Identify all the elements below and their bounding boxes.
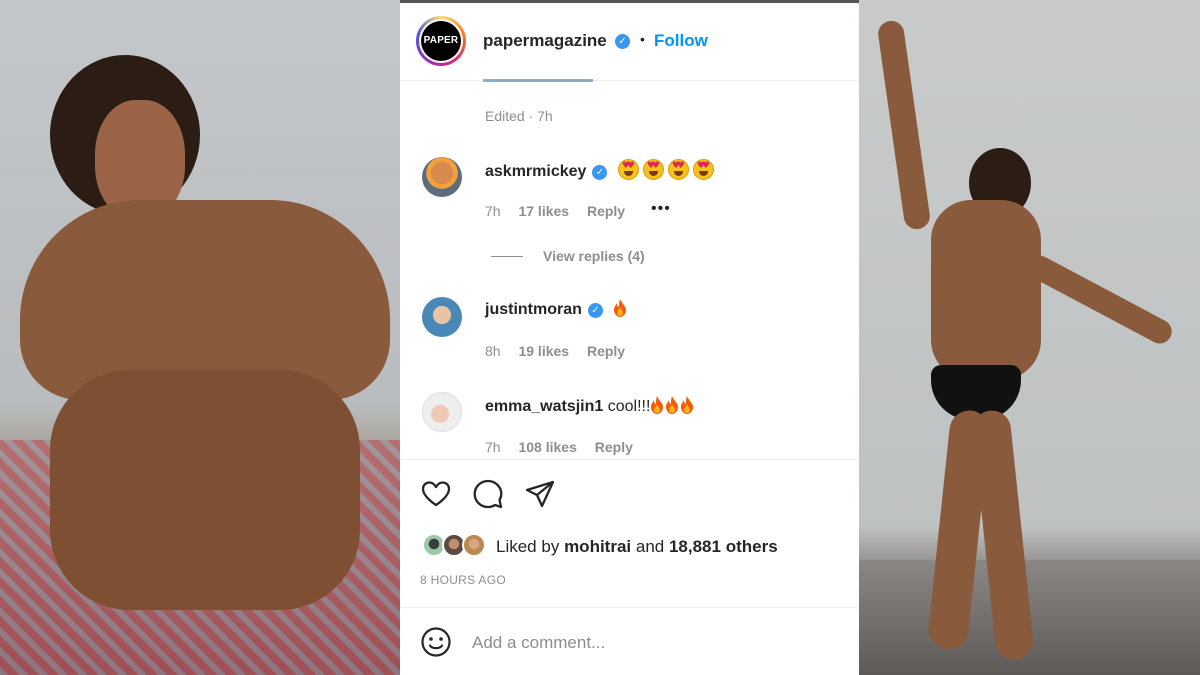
comment-bubble-icon[interactable] — [472, 478, 504, 510]
comment-text-emojis — [617, 159, 718, 180]
comment-likes[interactable]: 19 likes — [518, 343, 569, 359]
liker-avatar — [462, 533, 486, 557]
verified-badge-icon: ✓ — [587, 303, 603, 318]
heart-eyes-emoji-icon — [642, 159, 664, 180]
account-username[interactable]: papermagazine — [483, 31, 607, 51]
commenter-avatar[interactable] — [422, 392, 462, 432]
more-options-icon[interactable]: ••• — [651, 200, 671, 218]
post-timestamp[interactable]: 8 HOURS AGO — [420, 573, 506, 587]
heart-icon[interactable] — [420, 478, 452, 510]
verified-badge-icon: ✓ — [592, 165, 608, 180]
comment-time: 7h — [485, 439, 501, 455]
add-comment-input[interactable] — [472, 630, 832, 656]
fire-emoji-icon — [681, 396, 694, 414]
comment-time: 7h — [485, 203, 501, 219]
left-photo — [0, 0, 400, 675]
comment-text: cool!!! — [607, 398, 651, 415]
view-replies-button[interactable]: View replies (4) — [491, 248, 645, 264]
follow-button[interactable]: Follow — [654, 31, 708, 51]
liker-username[interactable]: mohitrai — [564, 537, 631, 556]
heart-eyes-emoji-icon — [692, 159, 714, 180]
caption-text-partial — [483, 74, 593, 82]
caption-meta: Edited · 7h — [485, 108, 553, 124]
commenter-avatar[interactable] — [422, 157, 462, 197]
reply-button[interactable]: Reply — [595, 439, 633, 455]
comment-username[interactable]: askmrmickey — [485, 163, 586, 180]
paper-plane-icon[interactable] — [524, 478, 556, 510]
post-panel: PAPER papermagazine ✓ • Follow Edited · … — [400, 0, 859, 675]
reply-button[interactable]: Reply — [587, 343, 625, 359]
account-avatar[interactable]: PAPER — [416, 16, 466, 66]
fire-emoji-icon — [651, 396, 664, 414]
photo-figure-torso — [931, 200, 1041, 380]
liked-by-avatars[interactable] — [422, 533, 492, 559]
comment-username[interactable]: emma_watsjin1 — [485, 398, 603, 415]
comment-likes[interactable]: 108 likes — [518, 439, 576, 455]
comment-time: 8h — [485, 343, 501, 359]
heart-eyes-emoji-icon — [617, 159, 639, 180]
replies-line — [491, 256, 523, 257]
commenter-avatar[interactable] — [422, 297, 462, 337]
photo-figure-legs — [50, 370, 360, 610]
paper-logo: PAPER — [421, 21, 461, 61]
verified-badge-icon: ✓ — [615, 34, 630, 49]
photo-figure-raised-arm — [876, 19, 932, 231]
post-header: PAPER papermagazine ✓ • Follow — [400, 3, 859, 81]
likes-others-link[interactable]: 18,881 others — [669, 537, 778, 556]
header-separator: • — [640, 31, 645, 47]
photo-figure-extended-arm — [1023, 251, 1176, 348]
reply-button[interactable]: Reply — [587, 203, 625, 219]
fire-emoji-icon — [666, 396, 679, 414]
likes-summary: Liked by mohitrai and 18,881 others — [496, 537, 778, 556]
actions-divider — [400, 459, 859, 460]
fire-emoji-icon — [614, 299, 627, 317]
comment-username[interactable]: justintmoran — [485, 301, 582, 318]
smile-icon[interactable] — [420, 626, 452, 658]
heart-eyes-emoji-icon — [667, 159, 689, 180]
right-photo — [859, 0, 1200, 675]
comment-box-divider — [400, 607, 859, 608]
comment-likes[interactable]: 17 likes — [518, 203, 569, 219]
